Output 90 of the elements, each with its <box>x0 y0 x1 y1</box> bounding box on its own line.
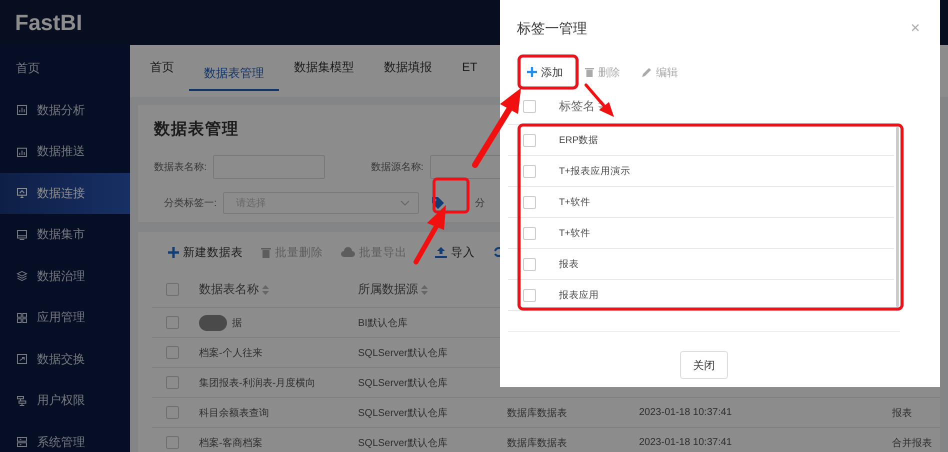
annotation-arrow <box>414 205 446 264</box>
sidebar-item[interactable]: 数据连接 <box>0 172 130 214</box>
table-cell: 2023-01-18 10:37:41 <box>639 437 732 448</box>
close-button[interactable]: × <box>910 20 920 38</box>
checkbox[interactable] <box>523 288 536 302</box>
plus-icon <box>168 246 179 258</box>
sidebar-item[interactable]: 数据交换 <box>0 338 130 380</box>
checkbox[interactable] <box>166 316 179 329</box>
table-cell: 报表应用 <box>559 288 599 302</box>
table-cell-text: 数据库数据表 <box>507 406 567 420</box>
table-cell: ERP数据 <box>559 134 599 146</box>
logo: FastBI <box>15 10 82 36</box>
checkbox[interactable] <box>166 376 179 389</box>
checkbox[interactable] <box>523 134 536 146</box>
chart-icon <box>16 104 28 116</box>
checkbox[interactable] <box>166 283 179 296</box>
column-header[interactable]: 标签名 <box>559 98 606 114</box>
sort-icon <box>421 284 428 294</box>
checkbox[interactable] <box>523 258 536 270</box>
tab[interactable]: 数据表管理 <box>189 51 279 91</box>
upload-icon <box>435 246 447 258</box>
system-icon <box>16 436 28 448</box>
sidebar-item[interactable]: 数据分析 <box>0 90 130 131</box>
filter-label: 数据表名称: <box>154 160 207 174</box>
table-cell: T+软件 <box>559 226 590 240</box>
table-cell-text: 集团报表-利润表-月度横向 <box>199 376 316 390</box>
annotation-arrow <box>584 84 614 117</box>
table-cell: T+报表应用演示 <box>559 164 630 178</box>
layers-icon <box>16 270 28 282</box>
chevron-down-icon <box>400 200 410 206</box>
highlight-frame <box>432 178 470 214</box>
table-cell: 2023-01-18 10:37:41 <box>639 407 732 418</box>
table-cell-text: SQLServer默认仓库 <box>358 406 448 420</box>
monitor-icon <box>16 187 28 200</box>
sidebar-item[interactable]: 系统管理 <box>0 422 130 452</box>
checkbox[interactable] <box>166 436 179 449</box>
checkbox[interactable] <box>523 100 536 112</box>
table-cell: 报表 <box>559 258 579 270</box>
tab[interactable]: 数据填报 <box>369 45 447 97</box>
grid-icon <box>16 312 28 324</box>
table-cell-text: 档案-客商档案 <box>199 436 262 450</box>
close-button[interactable]: 关闭 <box>680 351 728 379</box>
screen-icon <box>16 228 28 241</box>
toolbar-button[interactable]: 导入 <box>435 244 475 260</box>
toolbar-button[interactable]: 新建数据表 <box>168 244 243 260</box>
filter-label: 数据源名称: <box>370 161 424 174</box>
checkbox[interactable] <box>166 406 179 419</box>
trash-icon <box>261 246 271 258</box>
checkbox[interactable] <box>523 164 536 178</box>
tab[interactable]: ET <box>447 45 492 97</box>
table-cell-text: 报表 <box>892 406 912 420</box>
checkbox[interactable] <box>523 226 536 240</box>
highlight-frame <box>518 54 578 90</box>
bar-chart-icon <box>16 146 28 158</box>
pencil-icon <box>642 67 652 77</box>
sort-icon <box>598 100 606 110</box>
checkbox[interactable] <box>166 346 179 359</box>
plus-icon <box>527 67 537 77</box>
filter-label: 分类标签一: <box>164 196 217 210</box>
table-cell-text: SQLServer默认仓库 <box>358 436 448 450</box>
filter-label: 分 <box>474 197 485 210</box>
tab[interactable]: 数据集模型 <box>279 45 369 97</box>
tab[interactable]: 首页 <box>135 45 189 97</box>
sidebar-item[interactable]: 数据治理 <box>0 256 130 297</box>
sidebar-item[interactable]: 应用管理 <box>0 297 130 338</box>
table-cell-text: 据 <box>232 316 242 330</box>
sidebar-item[interactable]: 首页 <box>0 48 130 90</box>
checkbox[interactable] <box>523 196 536 208</box>
sidebar-item[interactable]: 数据集市 <box>0 214 130 256</box>
table-cell-text: 数据库数据表 <box>507 436 567 450</box>
table-cell-text: SQLServer默认仓库 <box>358 376 448 390</box>
trash-icon <box>585 67 594 77</box>
sidebar-item[interactable]: 用户权限 <box>0 380 130 422</box>
scrollbar[interactable] <box>896 127 899 307</box>
sort-icon <box>262 284 269 294</box>
column-header[interactable]: 所属数据源 <box>358 281 428 298</box>
table-cell-text: SQLServer默认仓库 <box>358 346 448 360</box>
table-cell-text: 合并报表 <box>892 436 932 450</box>
sidebar-item[interactable]: 数据推送 <box>0 131 130 172</box>
tag-icon <box>430 195 446 211</box>
column-header[interactable]: 数据表名称 <box>199 281 269 298</box>
cloud-icon <box>341 247 355 257</box>
dialog-title: 标签一管理 <box>517 20 587 38</box>
table-cell: T+软件 <box>559 196 590 208</box>
page-title: 数据表管理 <box>154 120 239 140</box>
toolbar-button[interactable]: 添加 <box>527 64 563 80</box>
table-cell-text: BI默认仓库 <box>358 316 408 330</box>
table-cell-text: 科目余额表查询 <box>199 406 269 420</box>
table-cell-text: 档案-个人往来 <box>199 346 262 360</box>
exchange-icon <box>16 353 28 366</box>
